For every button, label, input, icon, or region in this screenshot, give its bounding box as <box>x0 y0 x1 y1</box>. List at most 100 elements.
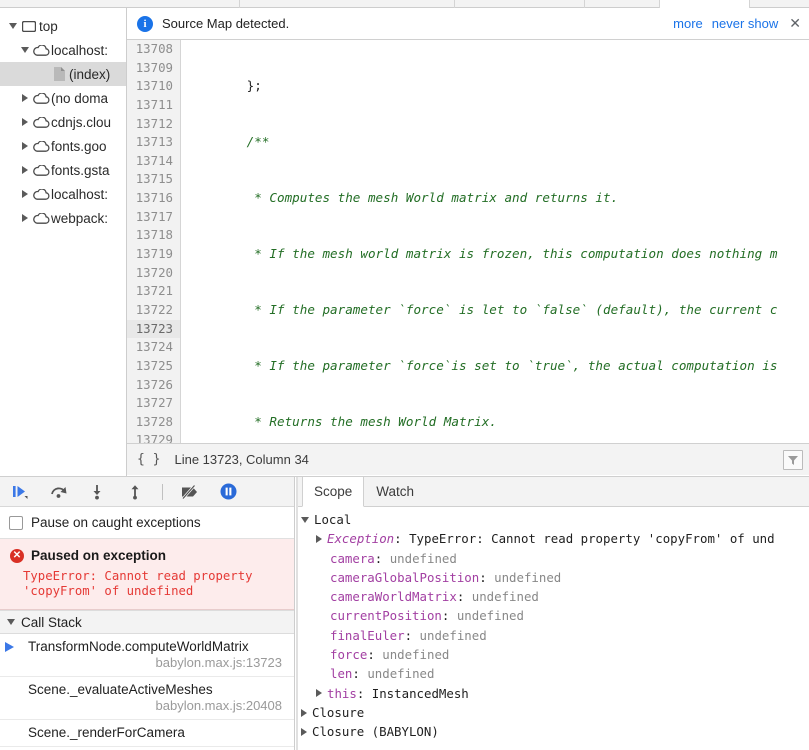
line-number: 13716 <box>135 190 173 206</box>
scope-section-label: Local <box>314 512 352 527</box>
tree-item-cdnjs[interactable]: cdnjs.clou <box>0 110 126 134</box>
line-number-gutter: 13708 13709 13710 13711 13712 13713 1371… <box>127 40 181 443</box>
pause-on-caught-label: Pause on caught exceptions <box>31 515 201 530</box>
editor-status-bar: { } Line 13723, Column 34 <box>127 443 809 475</box>
line-number: 13710 <box>135 78 173 94</box>
tree-item-top[interactable]: top <box>0 14 126 38</box>
pause-on-exceptions-button[interactable] <box>217 481 239 503</box>
scope-entry-camera[interactable]: camera: undefined <box>296 549 809 568</box>
twisty-right-icon[interactable] <box>18 214 31 222</box>
scope-section-closure-babylon[interactable]: Closure (BABYLON) <box>296 722 809 741</box>
scope-entry-key: currentPosition <box>330 608 442 624</box>
tree-item-label: top <box>39 18 58 34</box>
tree-item-fonts-gstatic[interactable]: fonts.gsta <box>0 158 126 182</box>
scope-entry-value: InstancedMesh <box>371 685 469 701</box>
tree-item-localhost-1[interactable]: localhost: <box>0 38 126 62</box>
code-line[interactable]: /** <box>182 133 809 152</box>
twisty-down-icon[interactable] <box>18 47 31 53</box>
code-line[interactable]: * If the parameter `force`is set to `tru… <box>182 357 809 376</box>
scope-section-closure[interactable]: Closure <box>296 703 809 722</box>
tree-item-localhost-2[interactable]: localhost: <box>0 182 126 206</box>
step-into-button[interactable] <box>86 481 108 503</box>
code-line[interactable]: * If the parameter `force` is let to `fa… <box>182 301 809 320</box>
call-stack-header[interactable]: Call Stack <box>0 610 294 634</box>
line-number: 13713 <box>135 134 173 150</box>
twisty-right-icon[interactable] <box>18 94 31 102</box>
line-number: 13722 <box>135 301 173 317</box>
scope-entry-len[interactable]: len: undefined <box>296 664 809 683</box>
twisty-right-icon[interactable] <box>18 118 31 126</box>
scope-entry-finalEuler[interactable]: finalEuler: undefined <box>296 626 809 645</box>
tree-item-webpack[interactable]: webpack: <box>0 206 126 230</box>
twisty-right-icon[interactable] <box>18 142 31 150</box>
code-line[interactable]: * Returns the mesh World Matrix. <box>182 413 809 432</box>
scope-entry-key: camera <box>330 550 375 566</box>
scope-entry-currentPosition[interactable]: currentPosition: undefined <box>296 606 809 625</box>
tree-item-label: (no doma <box>51 90 109 106</box>
chevron-down-icon[interactable] <box>7 619 15 625</box>
scope-entry-key: len <box>330 666 353 682</box>
code-lines[interactable]: }; /** * Computes the mesh World matrix … <box>182 40 809 443</box>
scope-tab-bar[interactable]: Scope Watch <box>296 477 809 507</box>
source-map-infobar: i Source Map detected. more never show ✕ <box>127 8 809 40</box>
call-stack-location: babylon.max.js:20408 <box>155 698 282 713</box>
tree-item-fonts-google[interactable]: fonts.goo <box>0 134 126 158</box>
paused-title-row: ✕ Paused on exception <box>10 548 284 563</box>
code-line[interactable]: * If the mesh world matrix is frozen, th… <box>182 245 809 264</box>
chevron-down-icon[interactable] <box>301 516 309 523</box>
step-out-button[interactable] <box>124 481 146 503</box>
call-stack-list[interactable]: TransformNode.computeWorldMatrix babylon… <box>0 634 294 747</box>
call-stack-function: Scene._renderForCamera <box>28 725 185 740</box>
code-editor[interactable]: 13708 13709 13710 13711 13712 13713 1371… <box>127 40 809 443</box>
scope-section-local[interactable]: Local <box>296 510 809 529</box>
twisty-right-icon[interactable] <box>18 190 31 198</box>
paused-title-text: Paused on exception <box>31 548 167 563</box>
tab-watch[interactable]: Watch <box>364 477 426 506</box>
scope-entry-cameraGlobalPosition[interactable]: cameraGlobalPosition: undefined <box>296 568 809 587</box>
infobar-never-show-link[interactable]: never show <box>712 16 778 31</box>
scope-entry-force[interactable]: force: undefined <box>296 645 809 664</box>
pause-on-caught-checkbox[interactable] <box>9 515 23 530</box>
pane-edge <box>296 477 298 750</box>
cloud-icon <box>31 140 51 152</box>
twisty-right-icon[interactable] <box>18 166 31 174</box>
funnel-icon[interactable] <box>783 449 803 470</box>
close-icon[interactable]: ✕ <box>787 15 801 32</box>
cloud-icon <box>31 164 51 176</box>
resume-button[interactable] <box>10 481 32 503</box>
scope-entry-this[interactable]: this: InstancedMesh <box>296 684 809 703</box>
scope-entry-cameraWorldMatrix[interactable]: cameraWorldMatrix: undefined <box>296 587 809 606</box>
infobar-more-link[interactable]: more <box>673 16 703 31</box>
scope-entry-value: undefined <box>367 666 435 682</box>
scope-entry-key: finalEuler <box>330 627 405 643</box>
scope-section-label: Closure <box>312 704 365 720</box>
tree-item-no-domain[interactable]: (no doma <box>0 86 126 110</box>
scope-tree[interactable]: Local Exception: TypeError: Cannot read … <box>296 507 809 742</box>
scope-section-label: Closure (BABYLON) <box>312 724 439 740</box>
scope-entry-key: Exception <box>327 531 395 547</box>
code-line[interactable]: }; <box>182 77 809 96</box>
frame-icon <box>19 20 39 32</box>
code-line[interactable]: * Computes the mesh World matrix and ret… <box>182 189 809 208</box>
deactivate-breakpoints-button[interactable] <box>179 481 201 503</box>
chevron-right-icon[interactable] <box>316 534 322 543</box>
line-number: 13717 <box>135 208 173 224</box>
step-over-button[interactable] <box>48 481 70 503</box>
pretty-print-icon[interactable]: { } <box>137 452 160 467</box>
scope-entry-key: cameraGlobalPosition <box>330 569 480 585</box>
pause-on-caught-exceptions-row[interactable]: Pause on caught exceptions <box>0 507 294 539</box>
file-tree[interactable]: top localhost: (index) (no doma cdnjs.cl… <box>0 8 126 230</box>
tree-item-index[interactable]: (index) <box>0 62 126 86</box>
call-stack-row[interactable]: TransformNode.computeWorldMatrix babylon… <box>0 634 294 677</box>
call-stack-row[interactable]: Scene._renderForCamera <box>0 720 294 747</box>
chevron-right-icon[interactable] <box>301 727 307 736</box>
call-stack-row[interactable]: Scene._evaluateActiveMeshes babylon.max.… <box>0 677 294 720</box>
line-number: 13711 <box>135 96 173 112</box>
scope-entry-exception[interactable]: Exception: TypeError: Cannot read proper… <box>296 529 809 548</box>
navigator-panel[interactable]: top localhost: (index) (no doma cdnjs.cl… <box>0 8 127 476</box>
infobar-message: Source Map detected. <box>162 16 290 31</box>
tab-scope[interactable]: Scope <box>302 477 365 507</box>
twisty-down-icon[interactable] <box>6 23 19 29</box>
chevron-right-icon[interactable] <box>316 689 322 698</box>
chevron-right-icon[interactable] <box>301 708 307 717</box>
